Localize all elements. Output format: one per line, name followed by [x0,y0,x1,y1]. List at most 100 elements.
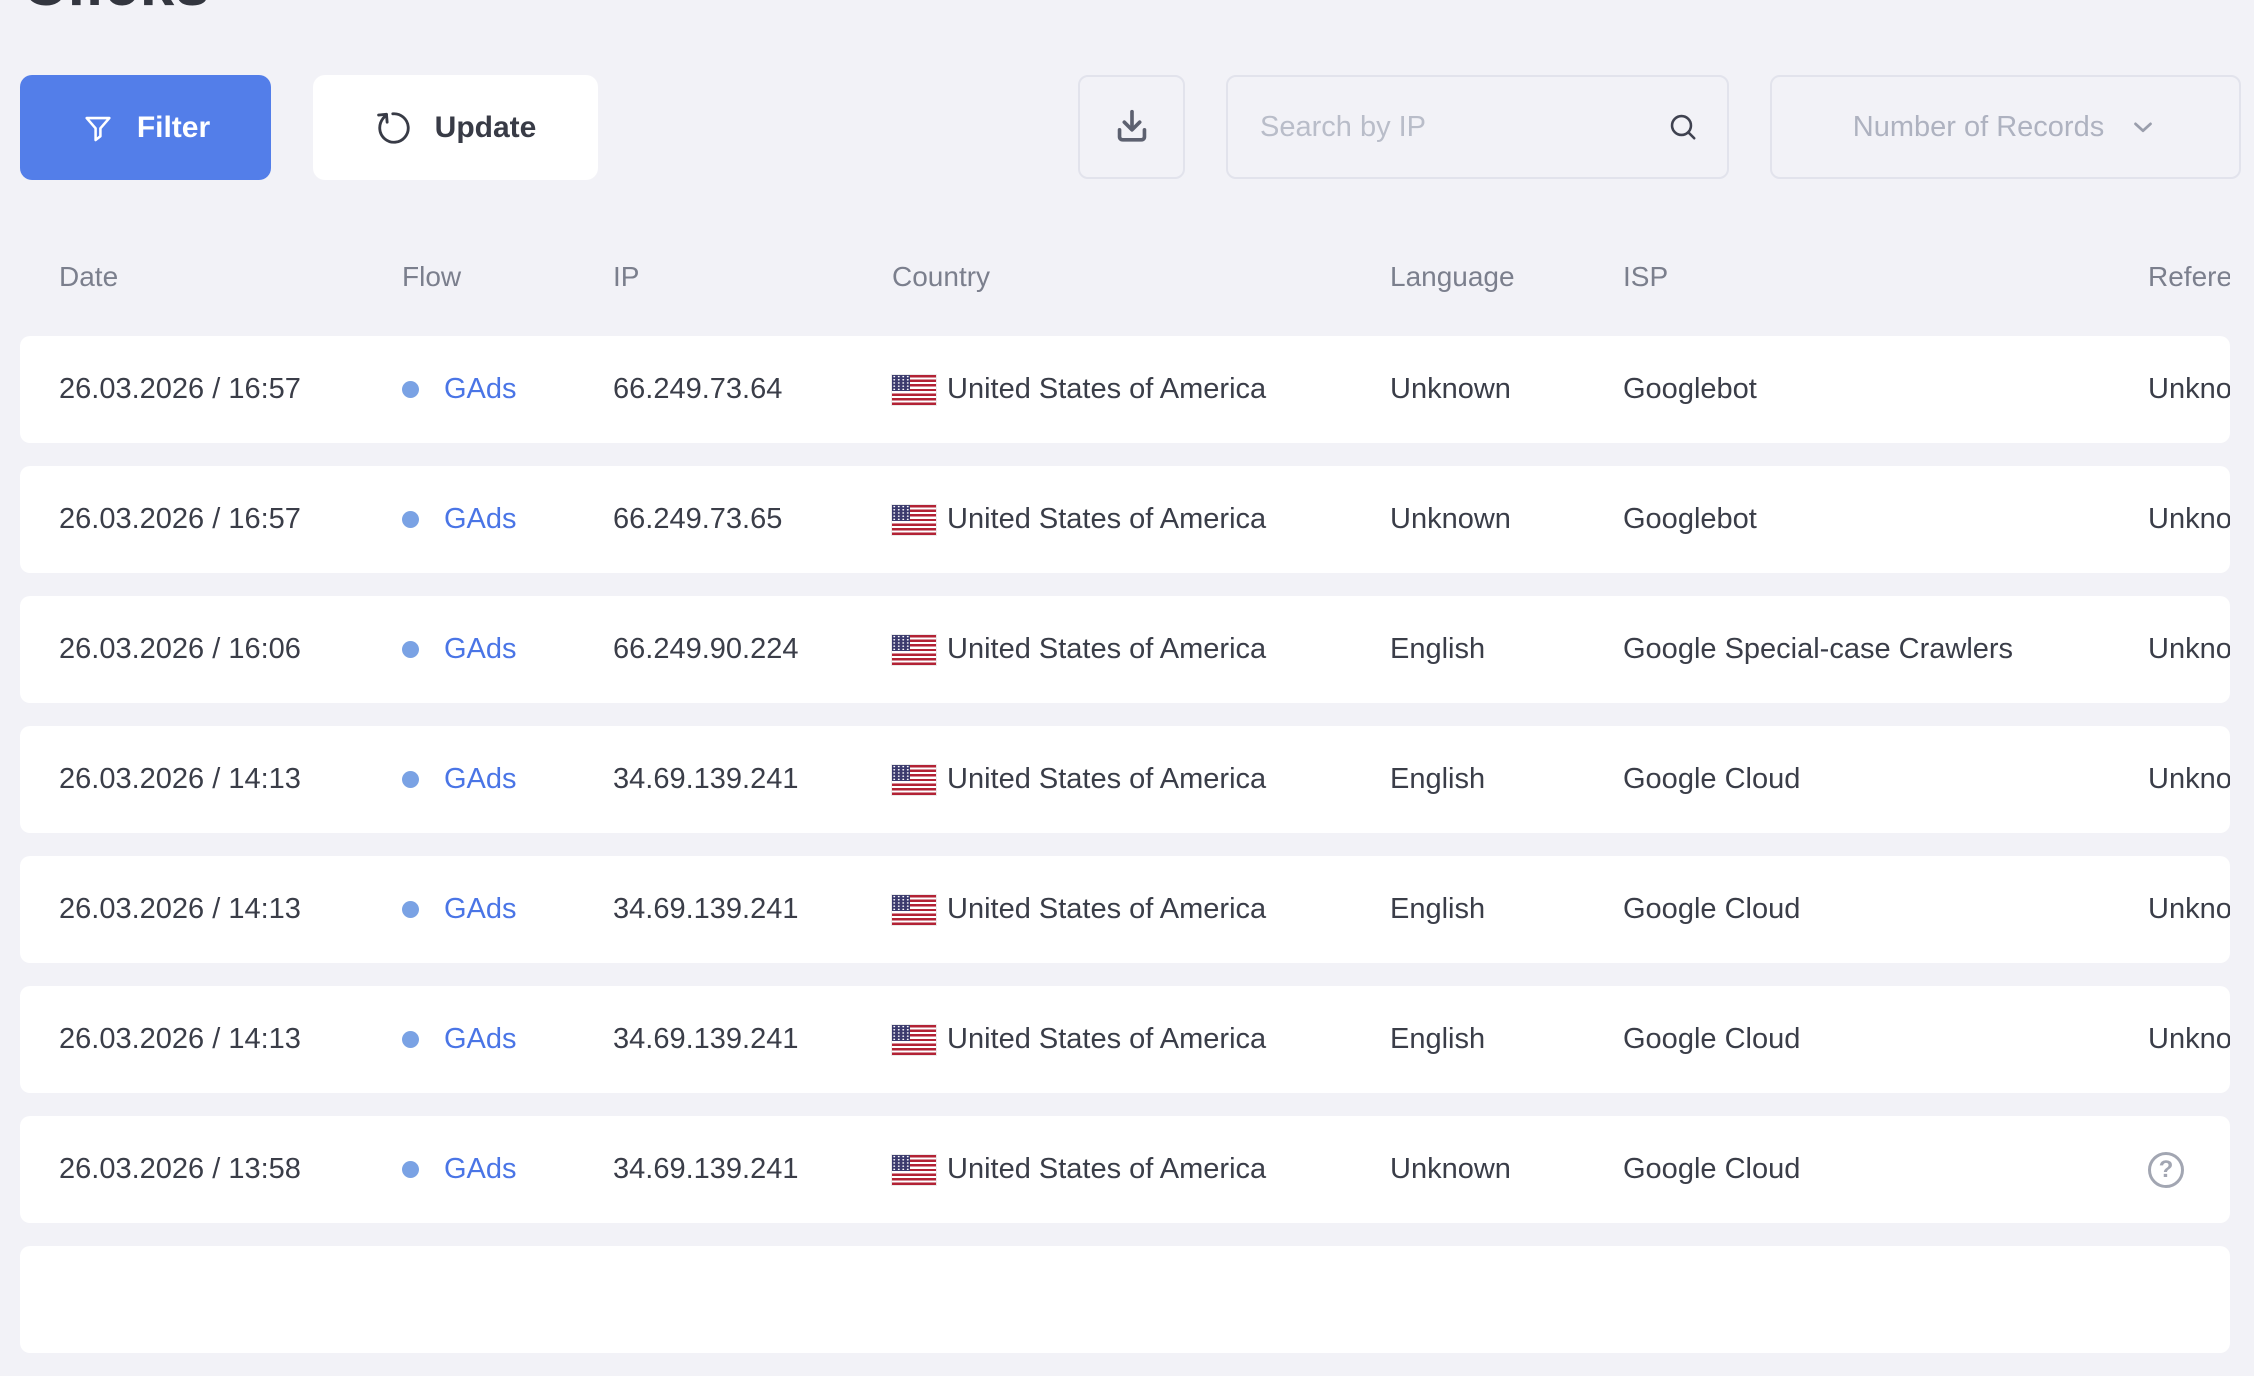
search-box [1226,75,1729,179]
table-row-partial [20,1246,2230,1353]
flow-link[interactable]: GAds [444,1153,517,1186]
cell-flow: GAds [402,373,613,406]
flow-link[interactable]: GAds [444,503,517,536]
flow-status-dot [402,1031,419,1048]
cell-text: Unknown [2148,503,2230,535]
cell-language: English [1390,893,1623,926]
cell-language: Unknown [1390,503,1623,536]
filter-button[interactable]: Filter [20,75,271,180]
cell-country: United States of America [892,373,1390,406]
cell-language: English [1390,633,1623,666]
cell-date: 26.03.2026 / 16:57 [59,503,402,536]
update-button[interactable]: Update [313,75,598,180]
refresh-icon [375,109,413,147]
cell-text: Unknown [2148,1023,2230,1055]
cell-isp: Google Cloud [1623,1153,2148,1186]
table-row: 26.03.2026 / 14:13 GAds 34.69.139.241 Un… [20,726,2230,833]
cell-text: United States of America [947,1023,1266,1056]
cell-text: United States of America [947,633,1266,666]
flow-status-dot [402,771,419,788]
cell-flow: GAds [402,763,613,796]
cell-ip: 34.69.139.241 [613,893,892,926]
column-header-ip: IP [613,261,892,293]
column-header-flow: Flow [402,261,613,293]
cell-country: United States of America [892,763,1390,796]
table-row: 26.03.2026 / 16:57 GAds 66.249.73.65 Uni… [20,466,2230,573]
flow-status-dot [402,511,419,528]
cell-country: United States of America [892,893,1390,926]
cell-text: United States of America [947,893,1266,926]
cell-date: 26.03.2026 / 13:58 [59,1153,402,1186]
download-button[interactable] [1078,75,1185,179]
cell-language: Unknown [1390,1153,1623,1186]
flow-status-dot [402,1161,419,1178]
cell-text: United States of America [947,373,1266,406]
us-flag-icon [892,895,936,925]
cell-date: 26.03.2026 / 14:13 [59,1023,402,1056]
table-row: 26.03.2026 / 14:13 GAds 34.69.139.241 Un… [20,986,2230,1093]
table-row: 26.03.2026 / 13:58 GAds 34.69.139.241 Un… [20,1116,2230,1223]
table-row: 26.03.2026 / 14:13 GAds 34.69.139.241 Un… [20,856,2230,963]
cell-language: English [1390,763,1623,796]
cell-referer: Unknown ? [2148,373,2230,406]
cell-isp: Google Cloud [1623,1023,2148,1056]
cell-referer: Unknown ? [2148,503,2230,536]
table-row: 26.03.2026 / 16:06 GAds 66.249.90.224 Un… [20,596,2230,703]
page-title: Clicks [22,0,211,16]
search-input[interactable] [1228,77,1665,177]
cell-country: United States of America [892,1153,1390,1186]
help-icon[interactable]: ? [2148,1152,2184,1188]
cell-referer: Unknown ? [2148,1023,2230,1056]
cell-date: 26.03.2026 / 14:13 [59,893,402,926]
flow-link[interactable]: GAds [444,373,517,406]
cell-ip: 34.69.139.241 [613,1153,892,1186]
cell-isp: Google Cloud [1623,893,2148,926]
us-flag-icon [892,1155,936,1185]
cell-ip: 66.249.73.65 [613,503,892,536]
column-header-language: Language [1390,261,1623,293]
column-header-date: Date [59,261,402,293]
cell-isp: Googlebot [1623,503,2148,536]
download-icon [1109,104,1155,150]
column-header-isp: ISP [1623,261,2148,293]
cell-language: English [1390,1023,1623,1056]
cell-country: United States of America [892,503,1390,536]
filter-button-label: Filter [137,111,210,145]
cell-text: United States of America [947,503,1266,536]
flow-link[interactable]: GAds [444,1023,517,1056]
cell-country: United States of America [892,633,1390,666]
cell-ip: 34.69.139.241 [613,1023,892,1056]
cell-isp: Google Cloud [1623,763,2148,796]
cell-text: Unknown [2148,893,2230,925]
flow-link[interactable]: GAds [444,633,517,666]
cell-text: Unknown [2148,633,2230,665]
cell-isp: Google Special-case Crawlers [1623,633,2148,666]
chevron-down-icon [2128,112,2158,142]
records-count-select[interactable]: Number of Records [1770,75,2241,179]
cell-isp: Googlebot [1623,373,2148,406]
cell-text: Unknown [2148,763,2230,795]
us-flag-icon [892,375,936,405]
flow-link[interactable]: GAds [444,893,517,926]
flow-status-dot [402,641,419,658]
cell-referer: Unknown ? [2148,633,2230,666]
column-header-country: Country [892,261,1390,293]
us-flag-icon [892,635,936,665]
clicks-table: Date Flow IP Country Language ISP Refere… [20,245,2230,1376]
cell-ip: 66.249.90.224 [613,633,892,666]
cell-referer: ? [2148,1152,2230,1188]
funnel-icon [81,111,115,145]
flow-link[interactable]: GAds [444,763,517,796]
records-count-value: Number of Records [1853,111,2104,144]
cell-referer: Unknown ? [2148,763,2230,796]
cell-flow: GAds [402,1023,613,1056]
cell-date: 26.03.2026 / 16:57 [59,373,402,406]
cell-text: United States of America [947,763,1266,796]
search-icon [1665,109,1701,145]
cell-date: 26.03.2026 / 16:06 [59,633,402,666]
cell-flow: GAds [402,893,613,926]
cell-country: United States of America [892,1023,1390,1056]
cell-text: Unknown [2148,373,2230,405]
column-header-referer: Referer [2148,261,2230,293]
us-flag-icon [892,1025,936,1055]
